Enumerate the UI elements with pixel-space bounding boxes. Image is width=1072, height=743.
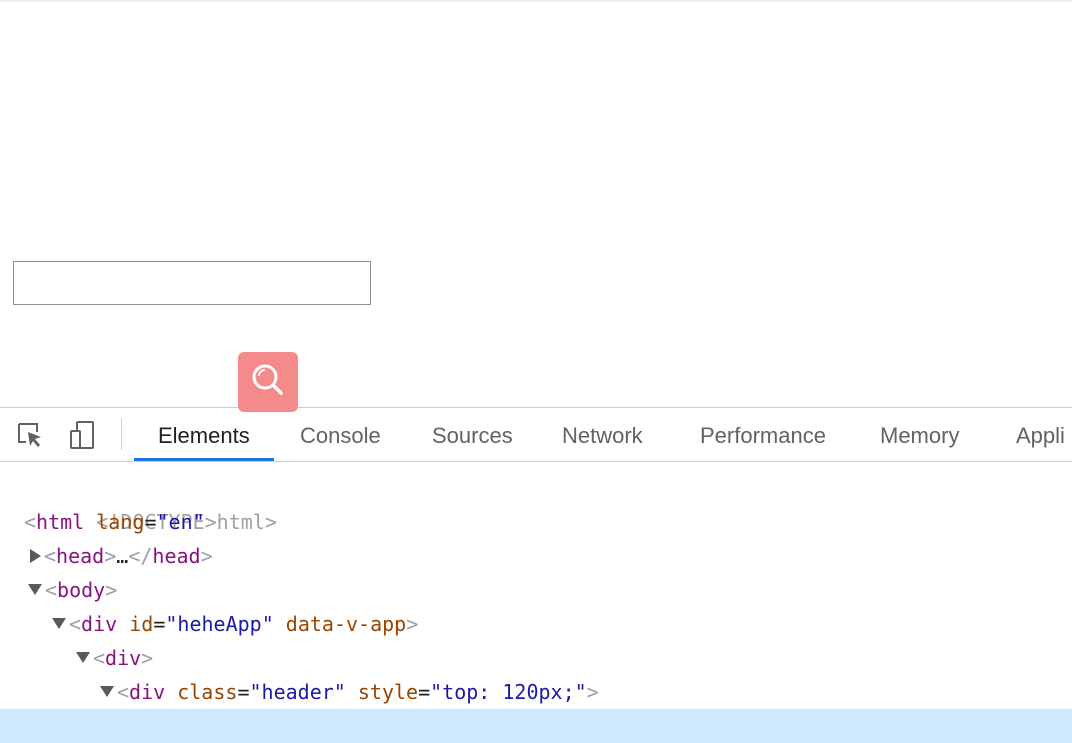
attr-name: data-v-app: [285, 612, 407, 636]
attr-value: "heheApp": [165, 612, 274, 636]
tag-name: body: [57, 578, 106, 602]
expand-arrow-icon[interactable]: [30, 548, 41, 563]
tab-sources[interactable]: Sources: [408, 408, 537, 461]
page-viewport: [0, 0, 1072, 407]
tab-console[interactable]: Console: [276, 408, 405, 461]
attr-value: "top: 120px;": [430, 680, 587, 704]
devtools-toolbar: Elements Console Sources Network Perform…: [0, 408, 1072, 462]
dom-node-selected[interactable]: [0, 709, 1072, 743]
attr-value: "en": [156, 510, 205, 534]
dom-tree: <!DOCTYPE html> <html lang="en"> <head>……: [0, 462, 1072, 743]
collapse-arrow-icon[interactable]: [52, 618, 66, 629]
device-toolbar-icon[interactable]: [66, 418, 100, 452]
dom-node-html[interactable]: <html lang="en">: [0, 505, 1072, 539]
closing-tag-name: head: [152, 544, 201, 568]
search-icon: [249, 361, 287, 403]
collapse-arrow-icon[interactable]: [100, 686, 114, 697]
attr-value: "header": [249, 680, 346, 704]
tab-performance[interactable]: Performance: [676, 408, 850, 461]
devtools-panel: Elements Console Sources Network Perform…: [0, 407, 1072, 743]
tab-application[interactable]: Appli: [992, 408, 1072, 461]
dom-node-app-div[interactable]: <div id="heheApp" data-v-app>: [0, 607, 1072, 641]
toolbar-divider: [121, 418, 122, 450]
tab-elements[interactable]: Elements: [134, 408, 274, 461]
attr-name: class: [177, 680, 238, 704]
search-button[interactable]: [238, 352, 298, 412]
tab-memory[interactable]: Memory: [856, 408, 983, 461]
dom-node-inner-div[interactable]: <div>: [0, 641, 1072, 675]
tag-name: head: [56, 544, 105, 568]
attr-name: lang: [96, 510, 145, 534]
attr-name: style: [357, 680, 419, 704]
dom-node-head[interactable]: <head>…</head>: [0, 539, 1072, 573]
dom-node-body[interactable]: <body>: [0, 573, 1072, 607]
dom-node-doctype[interactable]: <!DOCTYPE html>: [0, 471, 1072, 534]
text-input[interactable]: [13, 261, 371, 305]
collapsed-ellipsis[interactable]: …: [116, 544, 128, 568]
tag-name: div: [105, 646, 142, 670]
tag-name: html: [36, 510, 85, 534]
tab-network[interactable]: Network: [538, 408, 667, 461]
dom-node-header-div[interactable]: <div class="header" style="top: 120px;">: [0, 675, 1072, 709]
collapse-arrow-icon[interactable]: [76, 652, 90, 663]
inspect-element-icon[interactable]: [13, 418, 47, 452]
attr-name: id: [129, 612, 154, 636]
tag-name: div: [81, 612, 118, 636]
tag-name: div: [129, 680, 166, 704]
collapse-arrow-icon[interactable]: [28, 584, 42, 595]
